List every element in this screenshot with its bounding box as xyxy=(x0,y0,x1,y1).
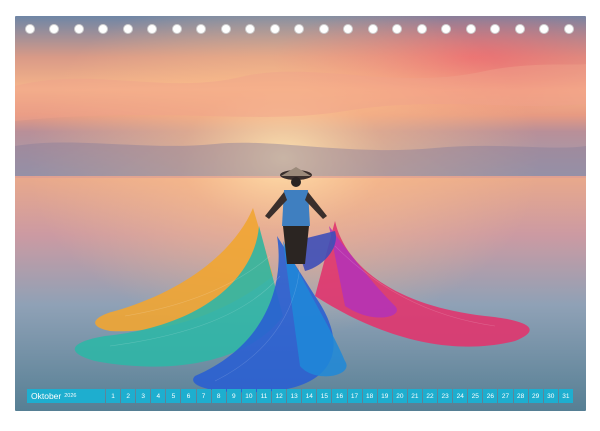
day-cell: 15 xyxy=(317,389,332,403)
day-cell: 21 xyxy=(407,389,422,403)
day-cell: 25 xyxy=(468,389,483,403)
day-cell: 18 xyxy=(362,389,377,403)
binding-hole xyxy=(74,24,84,34)
binding-hole xyxy=(392,24,402,34)
binding-hole xyxy=(196,24,206,34)
binding-hole xyxy=(343,24,353,34)
binding-hole xyxy=(490,24,500,34)
calendar-photo xyxy=(15,16,586,411)
binding-hole xyxy=(417,24,427,34)
day-cell: 8 xyxy=(211,389,226,403)
binding-hole xyxy=(221,24,231,34)
day-cell: 12 xyxy=(272,389,287,403)
binding-hole xyxy=(441,24,451,34)
day-cells: 1 2 3 4 5 6 7 8 9 10 11 12 13 14 15 16 17 18 19 20 21 22 23 24 2… xyxy=(106,389,573,403)
day-cell: 27 xyxy=(498,389,513,403)
binding-hole xyxy=(319,24,329,34)
day-cell: 23 xyxy=(438,389,453,403)
day-cell: 9 xyxy=(226,389,241,403)
binding-hole xyxy=(466,24,476,34)
month-name: Oktober xyxy=(31,391,62,401)
day-cell: 5 xyxy=(166,389,181,403)
day-cell: 14 xyxy=(302,389,317,403)
day-cell: 13 xyxy=(287,389,302,403)
fisherman-with-rainbow-net-icon xyxy=(15,16,586,411)
day-cell: 30 xyxy=(543,389,558,403)
binding-hole xyxy=(123,24,133,34)
binding-hole xyxy=(539,24,549,34)
day-cell: 3 xyxy=(136,389,151,403)
day-cell: 4 xyxy=(151,389,166,403)
day-cell: 28 xyxy=(513,389,528,403)
day-cell: 10 xyxy=(241,389,256,403)
day-cell: 7 xyxy=(196,389,211,403)
binding-hole xyxy=(368,24,378,34)
day-cell: 31 xyxy=(558,389,573,403)
day-cell: 17 xyxy=(347,389,362,403)
month-year: 2026 xyxy=(64,393,77,399)
binding-hole xyxy=(98,24,108,34)
day-cell: 20 xyxy=(392,389,407,403)
binding-hole xyxy=(564,24,574,34)
binding-hole xyxy=(270,24,280,34)
day-cell: 26 xyxy=(483,389,498,403)
day-cell: 29 xyxy=(528,389,543,403)
binding-hole xyxy=(172,24,182,34)
binding-hole xyxy=(25,24,35,34)
day-cell: 19 xyxy=(377,389,392,403)
day-cell: 11 xyxy=(256,389,272,403)
day-cell: 1 xyxy=(106,389,121,403)
binding-hole xyxy=(147,24,157,34)
binding-hole xyxy=(49,24,59,34)
calendar-page: Oktober 2026 1 2 3 4 5 6 7 8 9 10 11 12 13 14 15 16 17 18… xyxy=(0,0,600,431)
day-cell: 16 xyxy=(332,389,347,403)
day-cell: 2 xyxy=(121,389,136,403)
month-strip: Oktober 2026 1 2 3 4 5 6 7 8 9 10 11 12 13 14 15 16 17 18… xyxy=(27,389,573,403)
day-cell: 6 xyxy=(181,389,196,403)
day-cell: 22 xyxy=(422,389,438,403)
binding-hole xyxy=(515,24,525,34)
day-cell: 24 xyxy=(453,389,468,403)
binding-hole xyxy=(245,24,255,34)
binding-hole xyxy=(294,24,304,34)
spiral-binding xyxy=(0,24,600,40)
month-label: Oktober 2026 xyxy=(27,389,105,403)
